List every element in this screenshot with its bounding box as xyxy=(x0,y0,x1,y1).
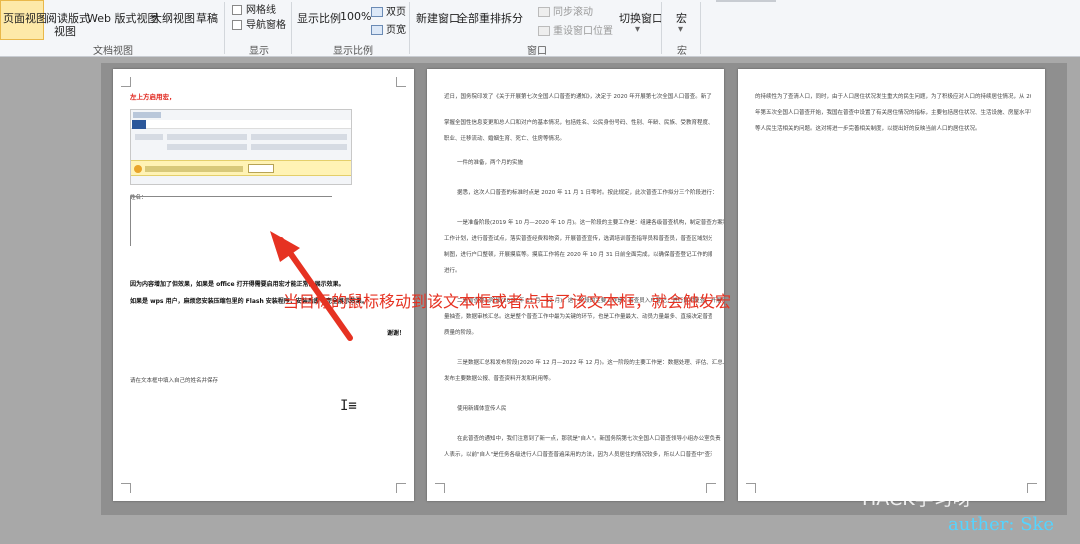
ribbon: 页面视图 阅读版式 视图 Web 版式视图 大纲视图 草稿 文档视图 网格线 导… xyxy=(0,0,1080,57)
outline-view-button[interactable]: 大纲视图 xyxy=(151,10,195,26)
warning-icon xyxy=(134,165,142,173)
paragraph-line: 一是准备阶段(2019 年 10 月—2020 年 10 月)。这一阶段的主要工… xyxy=(457,220,724,226)
thanks-text: 谢谢！ xyxy=(387,330,406,337)
mini-ribbon-control xyxy=(251,144,347,150)
zoom-100-button[interactable]: 100% xyxy=(340,10,371,23)
separator xyxy=(291,2,292,54)
margin-corner xyxy=(396,77,406,87)
paragraph-line: 质量的阶段。 xyxy=(444,330,478,336)
macro-heading: 左上方启用宏， xyxy=(130,93,176,101)
margin-corner xyxy=(435,483,445,493)
new-window-button[interactable]: 新建窗口 xyxy=(416,10,460,26)
reset-position-icon xyxy=(538,26,550,36)
paragraph-line: 进行。 xyxy=(444,268,461,274)
embedded-word-screenshot xyxy=(130,109,352,185)
ribbon-edge xyxy=(716,0,776,2)
paragraph-line: 一件的准备，两个月的实施 xyxy=(457,160,524,166)
name-textbox[interactable] xyxy=(130,196,332,246)
mini-file-tab xyxy=(132,120,146,129)
margin-corner xyxy=(396,483,406,493)
web-view-button[interactable]: Web 版式视图 xyxy=(87,10,158,26)
separator xyxy=(700,2,701,54)
page-width-button[interactable]: 页宽 xyxy=(371,21,406,36)
paragraph-line: 三是数据汇总和发布阶段(2020 年 12 月—2022 年 12 月)。这一阶… xyxy=(457,360,724,366)
warning-text xyxy=(145,166,243,172)
reset-window-position-button[interactable]: 重设窗口位置 xyxy=(538,22,613,37)
paragraph-line: 在此普查的通知中，我们注意到了新一点，那就是"自人"。新国务院第七次全国人口普查… xyxy=(457,436,721,442)
paragraph-line: 工作计划，进行普查试点，落实普查经费和物资，开展普查宣传，选调培训普查指导员和普… xyxy=(444,236,712,242)
paragraph-line: 量抽查，数据审核汇总。这是整个普查工作中最为关键的环节，也是工作量最大、动员力量… xyxy=(444,314,712,320)
gridlines-checkbox[interactable]: 网格线 xyxy=(232,1,276,16)
text-cursor-icon: I≡ xyxy=(340,398,357,414)
mini-ribbon-control xyxy=(167,144,247,150)
chevron-down-icon[interactable]: ▾ xyxy=(678,24,683,35)
security-warning-bar xyxy=(131,160,351,176)
window-group-label: 窗口 xyxy=(527,46,547,57)
paragraph-line: 掌握全国性信息变更和总人口和对户的基本情况，包括姓名、公民身份号码、性别、年龄、… xyxy=(444,120,712,126)
zoom-group-label: 显示比例 xyxy=(333,46,373,57)
paragraph-line: 年第五次全国人口普查开始，我国在普查中设置了有关居住情况的指标，主要包括居住状况… xyxy=(755,110,1031,116)
paragraph-line: 据悉，这次人口普查的标准时点是 2020 年 11 月 1 日零时。按此规定，此… xyxy=(457,190,718,196)
switch-window-button[interactable]: 切换窗口 xyxy=(619,10,663,26)
checkbox-icon xyxy=(232,20,242,30)
sync-scroll-button[interactable]: 同步滚动 xyxy=(538,3,593,18)
zoom-button[interactable]: 显示比例 xyxy=(297,10,341,26)
page-view-label[interactable]: 页面视图 xyxy=(3,10,47,26)
paragraph-line: 等人民生活相关的问题。这对将进一步完善相关制度，以提出好的反映当前人口的居住状况… xyxy=(755,126,981,132)
margin-corner xyxy=(746,483,756,493)
margin-corner xyxy=(706,483,716,493)
document-page-2[interactable]: 近日，国务院印发了《关于开展第七次全国人口普查的通知》，决定于 2020 年开展… xyxy=(427,69,724,501)
paragraph-line: 人表示，以前"自人"是任务各级进行人口普查普遍采用的方法，因为人员居住的情况较多… xyxy=(444,452,712,458)
quick-access-toolbar xyxy=(133,112,161,118)
annotation-text: 当目标的鼠标移动到该文本框或者点击了该文本框，就会触发宏 xyxy=(283,292,732,311)
paragraph-line: 的持续性为了查清人口，同时，由于人口居住状况发生重大的民生问题，为了积极应对人口… xyxy=(755,94,1031,100)
separator xyxy=(661,2,662,54)
enable-content-button xyxy=(248,164,274,173)
document-page-1[interactable]: 左上方启用宏， 姓名： 因为内容增加了但效果，如果是 office 打开得需要启… xyxy=(113,69,414,501)
mini-ribbon-control xyxy=(251,134,347,140)
two-pages-icon xyxy=(371,7,383,17)
separator xyxy=(224,2,225,54)
macros-group-label: 宏 xyxy=(677,46,687,57)
checkbox-icon xyxy=(232,5,242,15)
paragraph-line: 发布主要数据公报、普查资料开发和利用等。 xyxy=(444,376,555,382)
nav-pane-checkbox[interactable]: 导航窗格 xyxy=(232,16,286,31)
mini-ribbon-control xyxy=(135,134,163,140)
separator xyxy=(409,2,410,54)
draft-view-button[interactable]: 草稿 xyxy=(196,10,218,26)
paragraph-line: 近日，国务院印发了《关于开展第七次全国人口普查的通知》，决定于 2020 年开展… xyxy=(444,94,712,100)
paragraph-line: 使用新媒体宣传人民 xyxy=(457,406,507,412)
mini-ribbon-control xyxy=(167,134,247,140)
author-label: auther: Ske xyxy=(948,514,1055,535)
fill-hint-text: 请在文本框中填入自己的姓名并保存 xyxy=(130,378,219,384)
arrange-all-button[interactable]: 全部重排 xyxy=(457,10,501,26)
mini-ribbon-tabs xyxy=(131,120,351,129)
paragraph-line: 职业、迁移流动、婚姻生育、死亡、住房等情况。 xyxy=(444,136,566,142)
page-width-icon xyxy=(371,25,383,35)
two-pages-button[interactable]: 双页 xyxy=(371,3,406,18)
margin-corner xyxy=(121,77,131,87)
split-button[interactable]: 拆分 xyxy=(501,10,523,26)
watermark: HACK学习呀 xyxy=(862,488,972,510)
sync-scroll-icon xyxy=(538,7,550,17)
show-group-label: 显示 xyxy=(249,46,269,57)
reading-view-label-2[interactable]: 视图 xyxy=(54,23,76,39)
document-page-3[interactable]: 的持续性为了查清人口，同时，由于人口居住状况发生重大的民生问题，为了积极应对人口… xyxy=(738,69,1045,501)
margin-corner xyxy=(1027,483,1037,493)
paragraph-line: 制图，进行户口整顿，开展摸底等。摸底工作将在 2020 年 10 月 31 日前… xyxy=(444,252,712,258)
document-views-group-label: 文档视图 xyxy=(93,46,133,57)
margin-corner xyxy=(121,483,131,493)
chevron-down-icon[interactable]: ▾ xyxy=(635,24,640,35)
